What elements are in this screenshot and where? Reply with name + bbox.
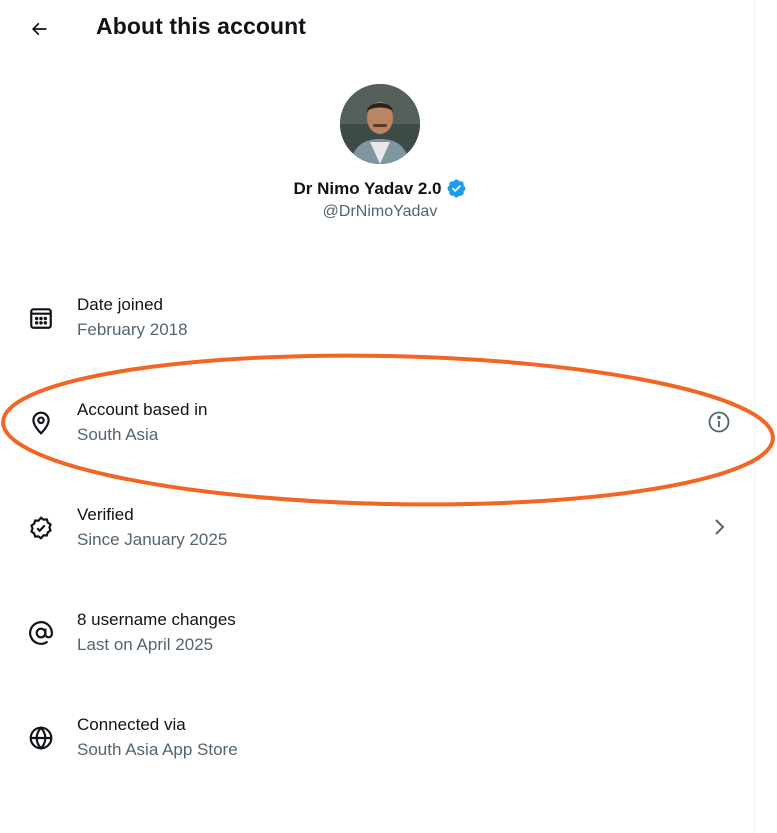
handle: @DrNimoYadav <box>322 203 438 220</box>
at-sign-icon <box>25 617 57 649</box>
globe-icon <box>25 722 57 754</box>
row-verified[interactable]: Verified Since January 2025 <box>0 480 754 585</box>
row-text: Verified Since January 2025 <box>77 503 227 552</box>
location-pin-icon <box>25 407 57 439</box>
row-text: Connected via South Asia App Store <box>77 713 238 762</box>
row-label: Connected via <box>77 715 186 734</box>
info-icon <box>708 411 730 433</box>
name-row: Dr Nimo Yadav 2.0 <box>0 178 760 199</box>
row-username-changes: 8 username changes Last on April 2025 <box>0 585 754 690</box>
row-value: South Asia <box>77 425 159 444</box>
verified-check-icon <box>25 512 57 544</box>
page-title: About this account <box>96 13 307 39</box>
row-value: Last on April 2025 <box>77 635 214 654</box>
avatar-image <box>340 84 420 164</box>
display-name: Dr Nimo Yadav 2.0 <box>293 178 442 198</box>
row-account-based-in: Account based in South Asia <box>0 375 754 480</box>
row-text: Account based in South Asia <box>77 398 207 447</box>
row-value: Since January 2025 <box>77 530 228 549</box>
avatar[interactable] <box>340 84 420 164</box>
chevron-right-button[interactable] <box>704 512 734 542</box>
row-label: Account based in <box>77 400 208 419</box>
row-date-joined: Date joined February 2018 <box>0 270 754 375</box>
verified-badge-icon <box>446 178 467 199</box>
info-button[interactable] <box>704 407 734 437</box>
back-button[interactable] <box>22 12 56 46</box>
page-header: About this account <box>0 0 754 56</box>
row-label: 8 username changes <box>77 610 236 629</box>
arrow-left-icon <box>31 22 47 36</box>
chevron-right-icon <box>715 519 725 535</box>
row-text: Date joined February 2018 <box>77 293 188 342</box>
row-label: Date joined <box>77 295 164 314</box>
row-value: February 2018 <box>77 320 188 339</box>
row-value: South Asia App Store <box>77 740 238 759</box>
row-label: Verified <box>77 505 134 524</box>
profile-summary: Dr Nimo Yadav 2.0 @DrNimoYadav <box>0 84 760 221</box>
row-connected-via: Connected via South Asia App Store <box>0 690 754 795</box>
calendar-icon <box>25 302 57 334</box>
row-text: 8 username changes Last on April 2025 <box>77 608 236 657</box>
